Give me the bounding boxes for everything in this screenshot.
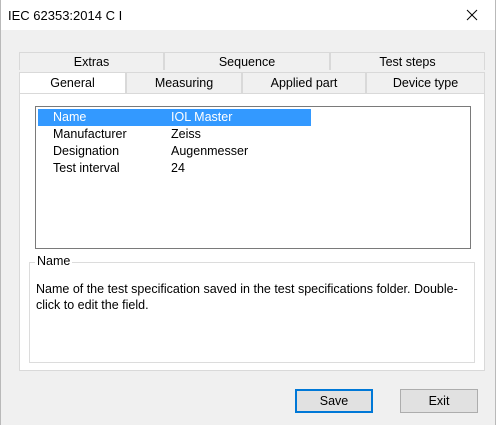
property-value: IOL Master [171, 110, 233, 124]
exit-button[interactable]: Exit [400, 389, 478, 413]
tab-label: Extras [73, 54, 110, 69]
property-value: Augenmesser [171, 144, 249, 158]
description-title: Name [35, 254, 73, 268]
tab-applied-part[interactable]: Applied part [242, 72, 366, 93]
tab-label: Test steps [379, 54, 436, 69]
window-title: IEC 62353:2014 C I [8, 8, 123, 23]
tab-measuring[interactable]: Measuring [126, 72, 242, 93]
property-value: Zeiss [171, 127, 201, 141]
tab-label: Device type [392, 76, 459, 90]
exit-button-label: Exit [428, 394, 450, 408]
dialog-window: IEC 62353:2014 C I Extras Sequence Test … [0, 0, 496, 425]
property-label: Manufacturer [53, 127, 127, 141]
tab-label: General [50, 76, 95, 90]
property-row-name[interactable]: Name IOL Master [38, 109, 311, 126]
description-text: Name of the test specification saved in … [36, 282, 458, 312]
tab-label: Applied part [270, 76, 338, 90]
property-row-designation[interactable]: Designation Augenmesser [38, 143, 311, 160]
property-label: Test interval [53, 161, 120, 175]
tab-device-type[interactable]: Device type [366, 72, 485, 93]
save-button-label: Save [319, 394, 349, 408]
property-label: Designation [53, 144, 120, 158]
property-label: Name [53, 110, 87, 124]
title-bar: IEC 62353:2014 C I [1, 0, 495, 30]
property-row-test-interval[interactable]: Test interval 24 [38, 160, 311, 177]
property-value: 24 [171, 161, 185, 175]
properties-list[interactable]: Name IOL Master Manufacturer Zeiss Desig… [35, 106, 471, 249]
close-icon [466, 9, 478, 21]
tab-label: Measuring [154, 76, 214, 90]
save-button[interactable]: Save [295, 389, 373, 413]
property-row-manufacturer[interactable]: Manufacturer Zeiss [38, 126, 311, 143]
general-tab-panel: Name IOL Master Manufacturer Zeiss Desig… [19, 93, 485, 371]
close-button[interactable] [449, 0, 495, 30]
tab-sequence[interactable]: Sequence [164, 52, 330, 70]
tab-extras[interactable]: Extras [19, 52, 164, 70]
tab-test-steps[interactable]: Test steps [330, 52, 485, 70]
tab-general[interactable]: General [19, 72, 126, 93]
tab-label: Sequence [218, 54, 276, 69]
description-groupbox: Name Name of the test specification save… [29, 254, 475, 363]
